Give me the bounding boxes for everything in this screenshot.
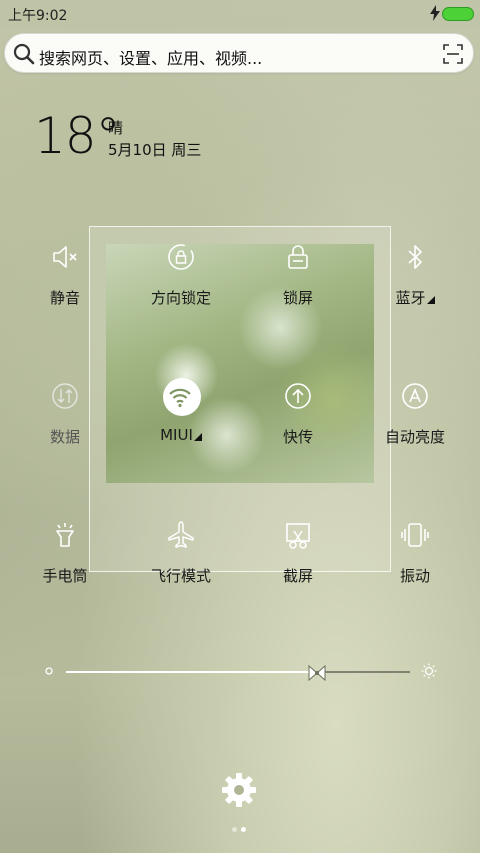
flashlight-icon xyxy=(56,523,74,547)
battery-icon xyxy=(442,7,474,21)
airplane-icon xyxy=(168,521,194,548)
scan-icon[interactable] xyxy=(443,44,463,64)
auto-brightness-icon xyxy=(402,383,428,409)
status-time: 上午9:02 xyxy=(8,8,68,24)
toggle-label: 方向锁定 xyxy=(150,289,211,307)
data-icon xyxy=(52,383,78,409)
page-dot xyxy=(232,827,237,832)
toggle-label: MIUI xyxy=(126,426,236,444)
wifi-icon xyxy=(169,388,191,408)
search-input[interactable]: 搜索网页、设置、应用、视频... xyxy=(39,45,262,69)
bluetooth-icon xyxy=(408,245,422,269)
brightness-high-icon xyxy=(421,663,437,679)
toggle-label: 静音 xyxy=(49,289,80,307)
toggle-wifi[interactable]: MIUI xyxy=(126,378,236,460)
lock-icon xyxy=(288,245,308,269)
toggle-mute[interactable]: 静音 xyxy=(10,241,120,321)
toggle-label: 截屏 xyxy=(282,567,313,585)
toggle-label: 自动亮度 xyxy=(384,428,445,446)
page-dot-active xyxy=(241,827,246,832)
weather-date: 5月10日 周三 xyxy=(108,141,202,159)
page-indicator xyxy=(232,827,248,833)
brightness-low-icon xyxy=(45,667,53,675)
toggle-label: 手电筒 xyxy=(42,567,88,585)
toggle-lock-screen[interactable]: 锁屏 xyxy=(243,241,353,321)
toggle-screenshot[interactable]: 截屏 xyxy=(243,519,353,599)
brightness-slider[interactable] xyxy=(66,664,410,682)
rotation-lock-icon xyxy=(168,244,194,270)
brightness-slider-thumb[interactable] xyxy=(305,661,329,685)
toggle-label: 快传 xyxy=(282,428,313,446)
brightness-slider-fill xyxy=(66,671,318,673)
search-icon xyxy=(13,43,35,65)
toggle-label: 数据 xyxy=(49,428,80,446)
toggle-label: 飞行模式 xyxy=(150,567,211,585)
toggle-auto-brightness[interactable]: 自动亮度 xyxy=(360,380,470,460)
toggle-bluetooth[interactable]: 蓝牙 xyxy=(360,241,470,321)
weather-info[interactable]: 晴 5月10日 周三 xyxy=(108,117,201,161)
settings-gear-icon[interactable] xyxy=(220,771,258,809)
toggle-rotation-lock[interactable]: 方向锁定 xyxy=(126,241,236,321)
toggle-quick-transfer[interactable]: 快传 xyxy=(243,380,353,460)
menu-triangle-icon xyxy=(193,433,202,441)
toggle-label: 振动 xyxy=(399,567,430,585)
menu-triangle-icon xyxy=(426,296,435,304)
toggle-vibrate[interactable]: 振动 xyxy=(360,519,470,599)
toggle-label: 锁屏 xyxy=(282,289,313,307)
toggle-airplane-mode[interactable]: 飞行模式 xyxy=(126,519,236,599)
toggle-label: 蓝牙 xyxy=(360,287,470,308)
temperature[interactable]: 18° xyxy=(34,108,121,164)
toggle-flashlight[interactable]: 手电筒 xyxy=(10,519,120,599)
screenshot-icon xyxy=(286,523,310,549)
charging-bolt-icon xyxy=(430,5,440,21)
weather-condition: 晴 xyxy=(108,119,124,137)
search-bar[interactable]: 搜索网页、设置、应用、视频... xyxy=(4,33,474,73)
vibrate-icon xyxy=(401,523,429,547)
toggle-data[interactable]: 数据 xyxy=(10,380,120,460)
mute-icon xyxy=(53,246,77,268)
transfer-icon xyxy=(285,383,311,409)
status-bar: 上午9:02 xyxy=(0,0,480,28)
